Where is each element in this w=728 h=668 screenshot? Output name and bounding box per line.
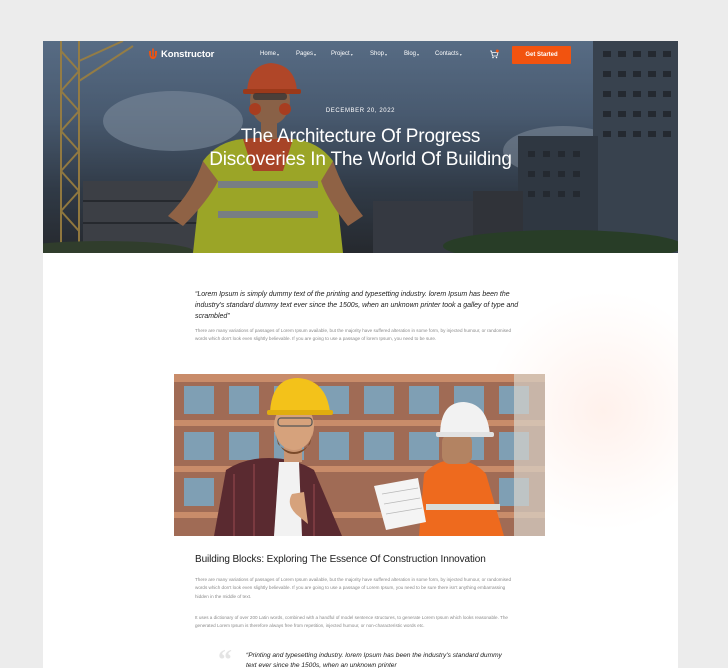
- workers-photo: [174, 374, 545, 536]
- pull-quote: “Printing and typesetting industry. lore…: [246, 652, 502, 668]
- article-photo: [174, 374, 545, 536]
- blog-post-page: Konstructor Home ▾ Pages ▾ Project ▾ Shop ▾ …: [43, 41, 678, 668]
- post-title: The Architecture Of Progress Discoveries…: [209, 126, 512, 170]
- section-paragraph-1: There are many variations of passages of…: [195, 577, 512, 599]
- menu-item-label: Project: [331, 51, 350, 57]
- menu-item-home[interactable]: Home ▾: [260, 51, 279, 57]
- section-heading: Building Blocks: Exploring The Essence O…: [195, 554, 486, 565]
- intro-paragraph: There are many variations of passages of…: [195, 328, 512, 342]
- menu-item-label: Shop: [370, 51, 385, 57]
- chevron-down-icon: ▾: [277, 51, 280, 57]
- site-logo[interactable]: Konstructor: [148, 48, 214, 60]
- quote-icon: “: [218, 645, 232, 668]
- chevron-down-icon: ▾: [385, 51, 388, 57]
- menu-item-pages[interactable]: Pages ▾: [296, 51, 316, 57]
- section-paragraph-2: It uses a dictionary of over 200 Latin w…: [195, 615, 508, 629]
- chevron-down-icon: ▾: [417, 51, 420, 57]
- chevron-down-icon: ▾: [459, 51, 462, 57]
- cart-icon[interactable]: [489, 49, 499, 59]
- logo-icon: [149, 48, 157, 59]
- post-date: DECEMBER 20, 2022: [325, 108, 396, 114]
- top-navigation: Konstructor Home ▾ Pages ▾ Project ▾ Shop ▾ …: [43, 41, 678, 69]
- menu-item-label: Contacts: [435, 51, 459, 57]
- menu-item-label: Blog: [404, 51, 417, 57]
- chevron-down-icon: ▾: [314, 51, 317, 57]
- menu-item-label: Home: [260, 51, 277, 57]
- menu-item-label: Pages: [296, 51, 314, 57]
- menu-item-contacts[interactable]: Contacts ▾: [435, 51, 462, 57]
- hero-banner: Konstructor Home ▾ Pages ▾ Project ▾ Shop ▾ …: [43, 41, 678, 253]
- menu-item-project[interactable]: Project ▾: [331, 51, 353, 57]
- lead-quote: “Lorem Ipsum is simply dummy text of the…: [195, 291, 519, 320]
- brand-name: Konstructor: [161, 48, 215, 60]
- menu-item-shop[interactable]: Shop ▾: [370, 51, 387, 57]
- chevron-down-icon: ▾: [350, 51, 353, 57]
- get-started-button[interactable]: Get Started: [512, 46, 571, 64]
- menu-item-blog[interactable]: Blog ▾: [404, 51, 419, 57]
